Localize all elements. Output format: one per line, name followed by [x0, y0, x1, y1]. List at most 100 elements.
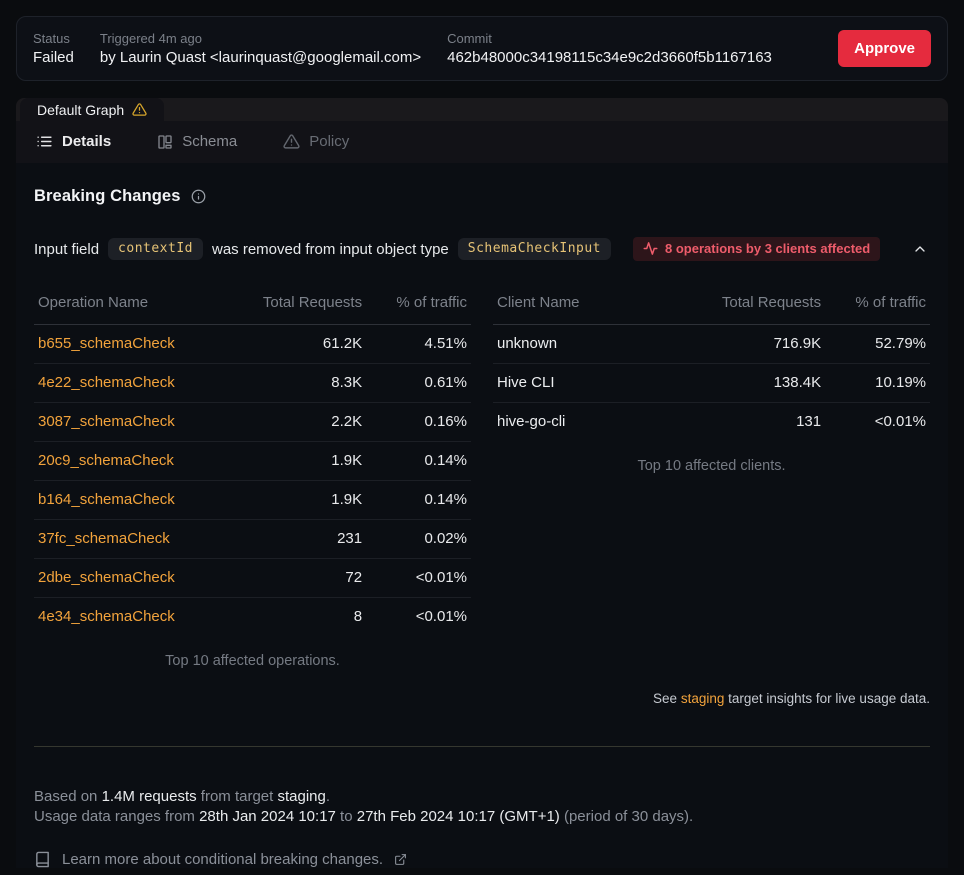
- operation-requests: 2.2K: [235, 403, 366, 442]
- operation-requests: 231: [235, 520, 366, 559]
- collapse-change-button[interactable]: [910, 239, 930, 259]
- tab-policy-label: Policy: [309, 133, 349, 150]
- col-client-name: Client Name: [493, 288, 694, 325]
- usage-tables: Operation Name Total Requests % of traff…: [34, 288, 930, 669]
- operation-row: 2dbe_schemaCheck 72 <0.01%: [34, 559, 471, 598]
- status-label: Status: [33, 31, 74, 46]
- affected-operations-badge[interactable]: 8 operations by 3 clients affected: [633, 237, 880, 261]
- staging-insights-link[interactable]: staging: [681, 691, 725, 706]
- operation-traffic: 0.14%: [366, 481, 471, 520]
- clients-table: Client Name Total Requests % of traffic …: [493, 288, 930, 441]
- breaking-change-row: Input field contextId was removed from i…: [34, 237, 930, 261]
- client-row: unknown 716.9K 52.79%: [493, 325, 930, 364]
- status-value: Failed: [33, 49, 74, 66]
- tab-default-graph[interactable]: Default Graph: [20, 98, 164, 121]
- tab-schema-label: Schema: [182, 133, 237, 150]
- operation-name-link[interactable]: 3087_schemaCheck: [34, 403, 235, 442]
- client-traffic: 52.79%: [825, 325, 930, 364]
- operation-row: b655_schemaCheck 61.2K 4.51%: [34, 325, 471, 364]
- operation-name-link[interactable]: b655_schemaCheck: [34, 325, 235, 364]
- operation-traffic: 0.14%: [366, 442, 471, 481]
- learn-more-link[interactable]: Learn more about conditional breaking ch…: [34, 851, 930, 868]
- graph-tabstrip: Default Graph: [16, 98, 948, 121]
- tab-details-label: Details: [62, 133, 111, 150]
- operation-name-link[interactable]: 37fc_schemaCheck: [34, 520, 235, 559]
- operation-row: 3087_schemaCheck 2.2K 0.16%: [34, 403, 471, 442]
- usage-summary: Based on 1.4M requests from target stagi…: [34, 787, 930, 827]
- insights-note-suffix: target insights for live usage data.: [724, 691, 930, 706]
- breaking-changes-heading: Breaking Changes: [34, 187, 930, 206]
- operation-row: 37fc_schemaCheck 231 0.02%: [34, 520, 471, 559]
- operation-requests: 61.2K: [235, 325, 366, 364]
- details-list-icon: [36, 133, 53, 150]
- operation-name-link[interactable]: 20c9_schemaCheck: [34, 442, 235, 481]
- operation-traffic: <0.01%: [366, 598, 471, 637]
- tab-schema[interactable]: Schema: [157, 133, 237, 150]
- operation-traffic: 0.02%: [366, 520, 471, 559]
- commit-column: Commit 462b48000c34198115c34e9c2d3660f5b…: [447, 31, 772, 66]
- operations-table-body: b655_schemaCheck 61.2K 4.51% 4e22_schema…: [34, 325, 471, 637]
- schema-columns-icon: [157, 134, 173, 150]
- triggered-label: Triggered 4m ago: [100, 31, 421, 46]
- external-link-icon: [394, 853, 407, 866]
- book-icon: [34, 851, 51, 868]
- col-percent-traffic: % of traffic: [366, 288, 471, 325]
- clients-table-body: unknown 716.9K 52.79% Hive CLI 138.4K 10…: [493, 325, 930, 442]
- based-on-target: staging: [277, 788, 325, 805]
- operation-traffic: <0.01%: [366, 559, 471, 598]
- field-code-pill: contextId: [108, 238, 203, 260]
- operation-traffic: 4.51%: [366, 325, 471, 364]
- range-suffix: (period of 30 days).: [560, 808, 693, 825]
- client-requests: 716.9K: [694, 325, 825, 364]
- commit-label: Commit: [447, 31, 772, 46]
- client-requests: 138.4K: [694, 364, 825, 403]
- check-summary-header: Status Failed Triggered 4m ago by Laurin…: [16, 16, 948, 81]
- operation-row: 4e34_schemaCheck 8 <0.01%: [34, 598, 471, 637]
- col-client-traffic: % of traffic: [825, 288, 930, 325]
- details-content: Breaking Changes Input field contextId w…: [16, 163, 948, 868]
- operation-row: b164_schemaCheck 1.9K 0.14%: [34, 481, 471, 520]
- operation-name-link[interactable]: 4e34_schemaCheck: [34, 598, 235, 637]
- affected-badge-label: 8 operations by 3 clients affected: [665, 241, 870, 256]
- change-text-prefix: Input field: [34, 241, 99, 258]
- based-on-middle: from target: [197, 788, 278, 805]
- operation-row: 20c9_schemaCheck 1.9K 0.14%: [34, 442, 471, 481]
- chevron-up-icon: [912, 241, 928, 257]
- commit-hash: 462b48000c34198115c34e9c2d3660f5b1167163: [447, 49, 772, 66]
- tab-details[interactable]: Details: [36, 133, 111, 150]
- col-client-requests: Total Requests: [694, 288, 825, 325]
- client-traffic: <0.01%: [825, 403, 930, 442]
- operation-name-link[interactable]: b164_schemaCheck: [34, 481, 235, 520]
- approve-button[interactable]: Approve: [838, 30, 931, 67]
- info-icon[interactable]: [191, 189, 206, 204]
- clients-caption: Top 10 affected clients.: [493, 458, 930, 474]
- change-text-middle: was removed from input object type: [212, 241, 449, 258]
- operation-traffic: 0.61%: [366, 364, 471, 403]
- clients-column: Client Name Total Requests % of traffic …: [493, 288, 930, 474]
- operation-requests: 1.9K: [235, 442, 366, 481]
- operation-name-link[interactable]: 4e22_schemaCheck: [34, 364, 235, 403]
- graph-warning-icon: [132, 102, 147, 117]
- insights-note: See staging target insights for live usa…: [34, 691, 930, 706]
- operation-name-link[interactable]: 2dbe_schemaCheck: [34, 559, 235, 598]
- policy-warning-icon: [283, 133, 300, 150]
- operation-row: 4e22_schemaCheck 8.3K 0.61%: [34, 364, 471, 403]
- graph-tab-label: Default Graph: [37, 102, 124, 118]
- client-name: Hive CLI: [493, 364, 694, 403]
- operation-traffic: 0.16%: [366, 403, 471, 442]
- schema-check-panel: Default Graph Details Schema Policy: [16, 98, 948, 868]
- client-name: hive-go-cli: [493, 403, 694, 442]
- status-column: Status Failed: [33, 31, 74, 66]
- operations-column: Operation Name Total Requests % of traff…: [34, 288, 471, 669]
- type-code-pill: SchemaCheckInput: [458, 238, 611, 260]
- tab-policy[interactable]: Policy: [283, 133, 349, 150]
- operations-caption: Top 10 affected operations.: [34, 653, 471, 669]
- triggered-author: by Laurin Quast <laurinquast@googlemail.…: [100, 49, 421, 66]
- client-row: Hive CLI 138.4K 10.19%: [493, 364, 930, 403]
- client-name: unknown: [493, 325, 694, 364]
- range-to: to: [336, 808, 357, 825]
- operation-requests: 1.9K: [235, 481, 366, 520]
- insights-note-prefix: See: [653, 691, 681, 706]
- operations-table: Operation Name Total Requests % of traff…: [34, 288, 471, 636]
- operations-header-row: Operation Name Total Requests % of traff…: [34, 288, 471, 325]
